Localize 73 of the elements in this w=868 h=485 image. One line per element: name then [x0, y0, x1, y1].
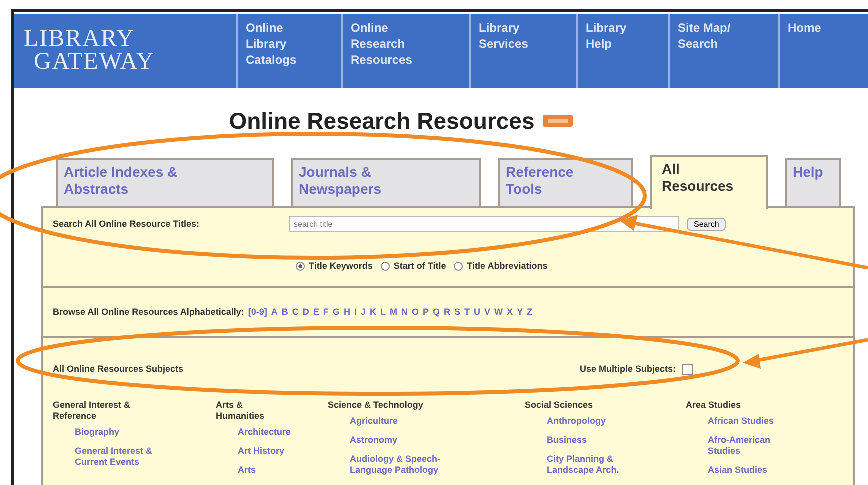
search-button[interactable]: Search	[687, 218, 726, 230]
radio-label: Start of Title	[394, 261, 446, 271]
nav-link[interactable]: Online Research Resources	[343, 14, 471, 88]
search-field[interactable]: search title	[289, 216, 679, 232]
tab[interactable]: All Resources	[650, 155, 768, 209]
browse-label: Browse All Online Resources Alphabetically:	[53, 307, 244, 317]
subject-link[interactable]: Afro-American Studies	[708, 435, 788, 457]
letter-link[interactable]: T	[464, 307, 470, 317]
tab[interactable]: Reference Tools	[498, 158, 633, 206]
nav-link[interactable]: Home	[780, 14, 868, 88]
letter-link[interactable]: B	[282, 307, 288, 317]
letter-link[interactable]: I	[354, 307, 357, 317]
letter-link[interactable]: J	[360, 307, 366, 317]
letter-link[interactable]: U	[474, 307, 481, 317]
subject-link[interactable]: Business	[547, 435, 642, 446]
tab[interactable]: Article Indexes & Abstracts	[56, 158, 274, 206]
letter-link[interactable]: N	[401, 307, 408, 317]
subject-link[interactable]: Asian Studies	[708, 465, 788, 476]
subject-link[interactable]: City Planning & Landscape Arch.	[547, 454, 642, 476]
letter-link[interactable]: [0-9]	[248, 307, 268, 317]
radio-button[interactable]	[380, 262, 390, 270]
nav-link[interactable]: Site Map/ Search	[670, 14, 780, 88]
subject-link[interactable]: Art History	[238, 446, 318, 457]
column-heading: General Interest & Reference	[53, 400, 132, 422]
letter-link[interactable]: V	[484, 307, 491, 317]
letter-link[interactable]: S	[454, 307, 461, 317]
letter-link[interactable]: Y	[517, 307, 524, 317]
radio-label: Title Abbreviations	[467, 261, 548, 271]
nav-link[interactable]: Library Services	[471, 14, 578, 88]
checkbox[interactable]	[682, 364, 693, 374]
letter-link[interactable]: W	[494, 307, 504, 317]
subject-link[interactable]: Biography	[75, 427, 175, 438]
subject-link[interactable]: Architecture	[238, 427, 318, 438]
letter-link[interactable]: L	[380, 307, 386, 317]
letter-link[interactable]: O	[412, 307, 419, 317]
column-heading: Science & Technology	[328, 400, 424, 411]
column-heading: Social Sciences	[525, 400, 594, 411]
subject-link[interactable]: African Studies	[708, 416, 788, 427]
nav-link[interactable]: Library Help	[578, 14, 670, 88]
radio-button[interactable]	[296, 262, 305, 270]
multiple-subjects-label: Use Multiple Subjects:	[580, 364, 676, 374]
letter-link[interactable]: X	[507, 307, 514, 317]
subject-link[interactable]: Audiology & Speech-Language Pathology	[350, 454, 465, 476]
letter-link[interactable]: D	[302, 307, 310, 317]
letter-link[interactable]: P	[422, 307, 429, 317]
letter-link[interactable]: F	[323, 307, 329, 317]
subjects-label: All Online Resources Subjects	[53, 364, 184, 374]
column-heading: Arts & Humanities	[216, 400, 266, 422]
letter-link[interactable]: K	[370, 307, 376, 317]
tab[interactable]: Help	[785, 158, 841, 206]
letter-link[interactable]: A	[271, 307, 278, 317]
radio-button[interactable]	[454, 262, 464, 270]
nav-link[interactable]: Online Library Catalogs	[238, 14, 343, 88]
logo[interactable]: LIBRARY GATEWAY	[14, 14, 238, 88]
letter-link[interactable]: H	[344, 307, 350, 317]
subject-link[interactable]: Agriculture	[350, 416, 465, 427]
letter-link[interactable]: M	[390, 307, 398, 317]
letter-link[interactable]: G	[332, 307, 340, 317]
subject-link[interactable]: Anthropology	[547, 416, 642, 427]
letter-link[interactable]: E	[313, 307, 320, 317]
letter-link[interactable]: Q	[433, 307, 440, 317]
tag-icon	[542, 115, 573, 127]
letter-link[interactable]: C	[292, 307, 299, 317]
letter-link[interactable]: R	[444, 307, 451, 317]
subject-link[interactable]: Arts	[238, 465, 318, 476]
column-heading: Area Studies	[686, 400, 742, 411]
page-title: Online Research Resources	[229, 108, 535, 134]
subject-link[interactable]: Astronomy	[350, 435, 465, 446]
letter-link[interactable]: Z	[527, 307, 533, 317]
search-label: Search All Online Resource Titles:	[53, 219, 201, 229]
radio-label: Title Keywords	[309, 261, 373, 271]
tab[interactable]: Journals & Newspapers	[291, 158, 481, 206]
subject-link[interactable]: General Interest & Current Events	[75, 446, 175, 468]
